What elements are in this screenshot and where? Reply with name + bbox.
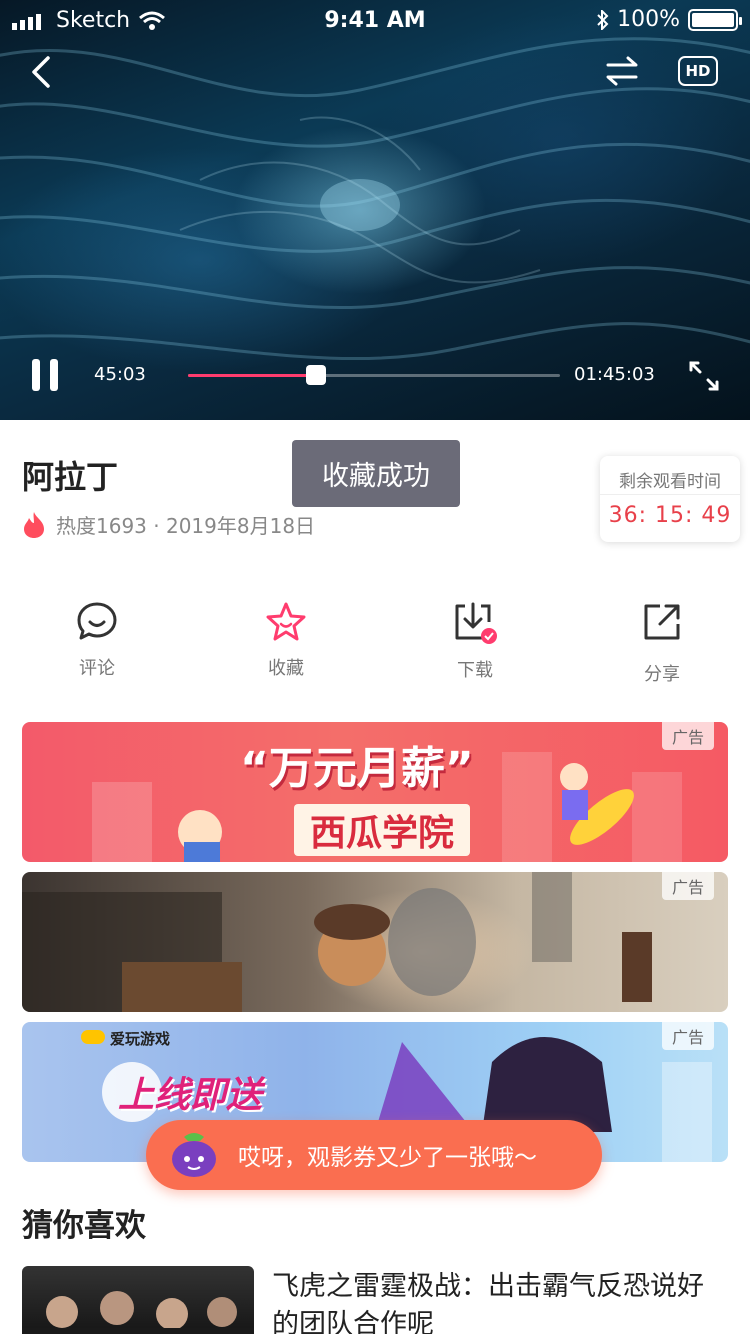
- remaining-time-card: 剩余观看时间 36: 15: 49: [600, 456, 740, 542]
- ad-illustration: [22, 872, 652, 1012]
- video-title: 阿拉丁: [22, 458, 119, 496]
- ad-tag: 广告: [662, 1022, 714, 1050]
- status-bar: Sketch 9:41 AM 100%: [0, 0, 750, 40]
- remaining-time-label: 剩余观看时间: [600, 456, 740, 495]
- download-label: 下载: [457, 660, 493, 681]
- progress-fill: [188, 374, 317, 377]
- favorite-button[interactable]: 收藏: [236, 600, 336, 680]
- ad-brand: 爱玩游戏: [110, 1030, 171, 1048]
- fire-icon: [24, 511, 44, 538]
- current-time: 45:03: [94, 364, 146, 385]
- bluetooth-icon: [597, 9, 609, 30]
- battery-percent: 100%: [617, 7, 680, 32]
- comment-button[interactable]: 评论: [47, 600, 147, 680]
- comment-label: 评论: [79, 658, 115, 679]
- meta-text: 热度1693 · 2019年8月18日: [56, 514, 316, 538]
- share-button[interactable]: 分享: [612, 600, 712, 686]
- ad-subline: 西瓜学院: [294, 804, 471, 856]
- recommend-thumbnail[interactable]: [22, 1266, 254, 1334]
- gamepad-icon: [81, 1030, 105, 1044]
- pause-icon[interactable]: [30, 358, 62, 392]
- recommend-title[interactable]: 飞虎之雷霆极战：出击霸气反恐说好的团队合作呢: [272, 1268, 728, 1334]
- ad-tag: 广告: [662, 872, 714, 900]
- ad-headline: “万元月薪”: [240, 743, 474, 794]
- total-time: 01:45:03: [574, 364, 655, 385]
- back-icon[interactable]: [28, 54, 56, 90]
- battery-icon: [688, 8, 742, 31]
- remaining-time-value: 36: 15: 49: [608, 503, 732, 528]
- hd-button[interactable]: HD: [678, 56, 718, 86]
- comment-icon: [77, 602, 117, 640]
- fullscreen-icon[interactable]: [688, 360, 720, 392]
- share-label: 分享: [644, 664, 680, 685]
- share-icon: [644, 604, 680, 640]
- ad-headline: 上线即送: [118, 1075, 263, 1116]
- ad-banner[interactable]: “万元月薪” 西瓜学院 广告: [22, 722, 728, 862]
- video-player[interactable]: Sketch 9:41 AM 100% HD 45:03 01:45:03: [0, 0, 750, 420]
- video-meta: 热度1693 · 2019年8月18日: [22, 510, 315, 539]
- progress-slider[interactable]: [188, 365, 560, 385]
- hd-label: HD: [685, 62, 711, 80]
- thumbnail-image: [22, 1291, 254, 1334]
- ad-banner[interactable]: 广告: [22, 872, 728, 1012]
- eggplant-icon: [172, 1133, 216, 1177]
- coupon-toast-text: 哎呀，观影券又少了一张哦～: [238, 1145, 537, 1171]
- favorite-label: 收藏: [268, 658, 304, 679]
- action-bar: 评论 收藏 下载 分享: [0, 600, 750, 690]
- section-title: 猜你喜欢: [22, 1208, 146, 1244]
- switch-icon[interactable]: [604, 54, 640, 88]
- progress-thumb[interactable]: [306, 365, 327, 385]
- ad-tag: 广告: [662, 722, 714, 750]
- toast-text: 收藏成功: [322, 461, 430, 492]
- coupon-toast[interactable]: 哎呀，观影券又少了一张哦～: [146, 1120, 602, 1190]
- star-icon: [266, 602, 306, 641]
- toast-message: 收藏成功: [292, 440, 460, 507]
- download-button[interactable]: 下载: [425, 600, 525, 682]
- download-icon: [455, 602, 497, 644]
